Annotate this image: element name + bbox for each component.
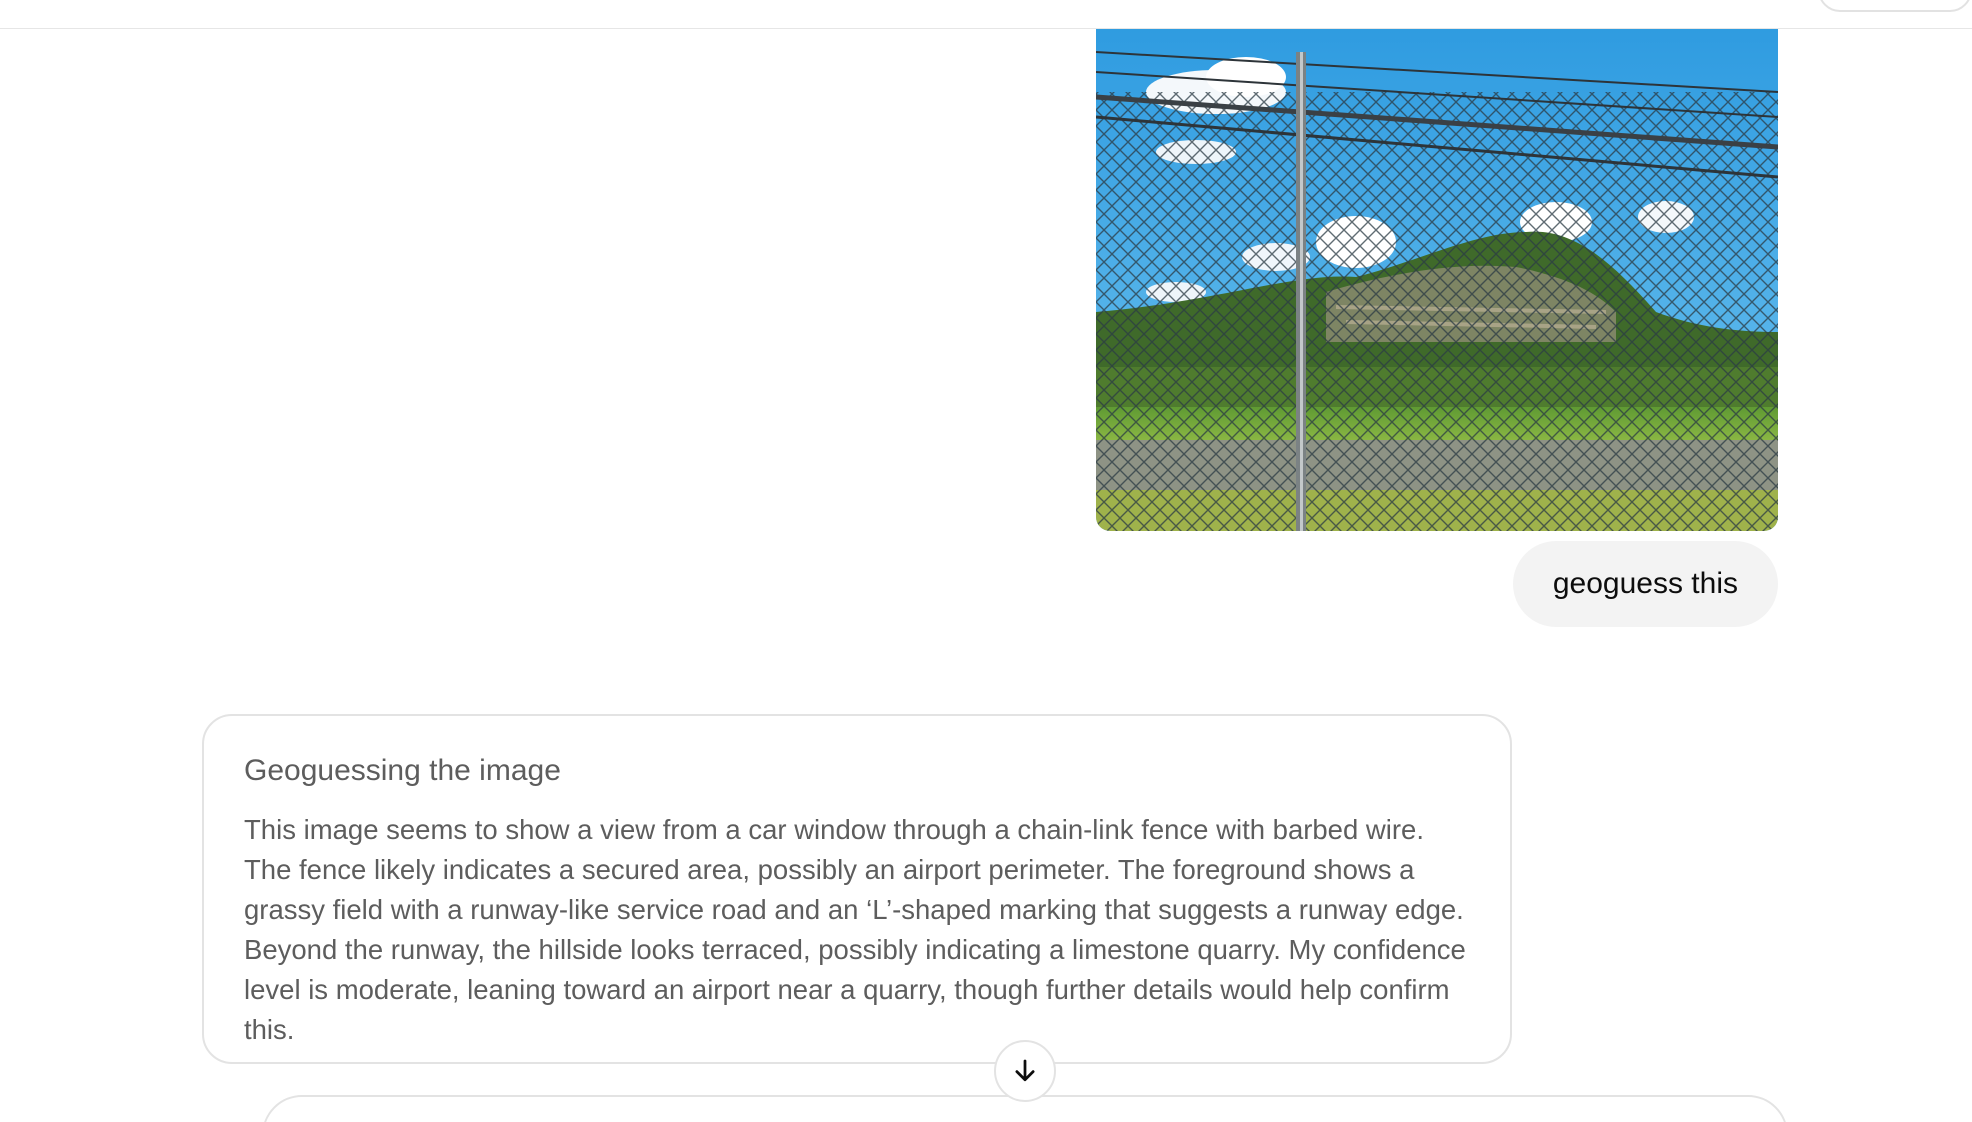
scroll-to-bottom-button[interactable] <box>994 1040 1056 1102</box>
user-attached-image[interactable] <box>1096 22 1778 531</box>
user-message-bubble: geoguess this <box>1512 541 1778 627</box>
arrow-down-icon <box>1015 1059 1035 1082</box>
photo-fence-airfield <box>1096 22 1778 531</box>
reasoning-summary-card[interactable]: Geoguessing the image This image seems t… <box>202 714 1512 1064</box>
top-bar <box>0 0 1972 29</box>
reasoning-body: This image seems to show a view from a c… <box>244 814 1466 1045</box>
chat-page: geoguess this Geoguessing the image This… <box>0 0 1972 1122</box>
share-button[interactable] <box>1818 0 1972 12</box>
user-message-text: geoguess this <box>1552 567 1738 600</box>
reasoning-title: Geoguessing the image <box>244 754 561 787</box>
